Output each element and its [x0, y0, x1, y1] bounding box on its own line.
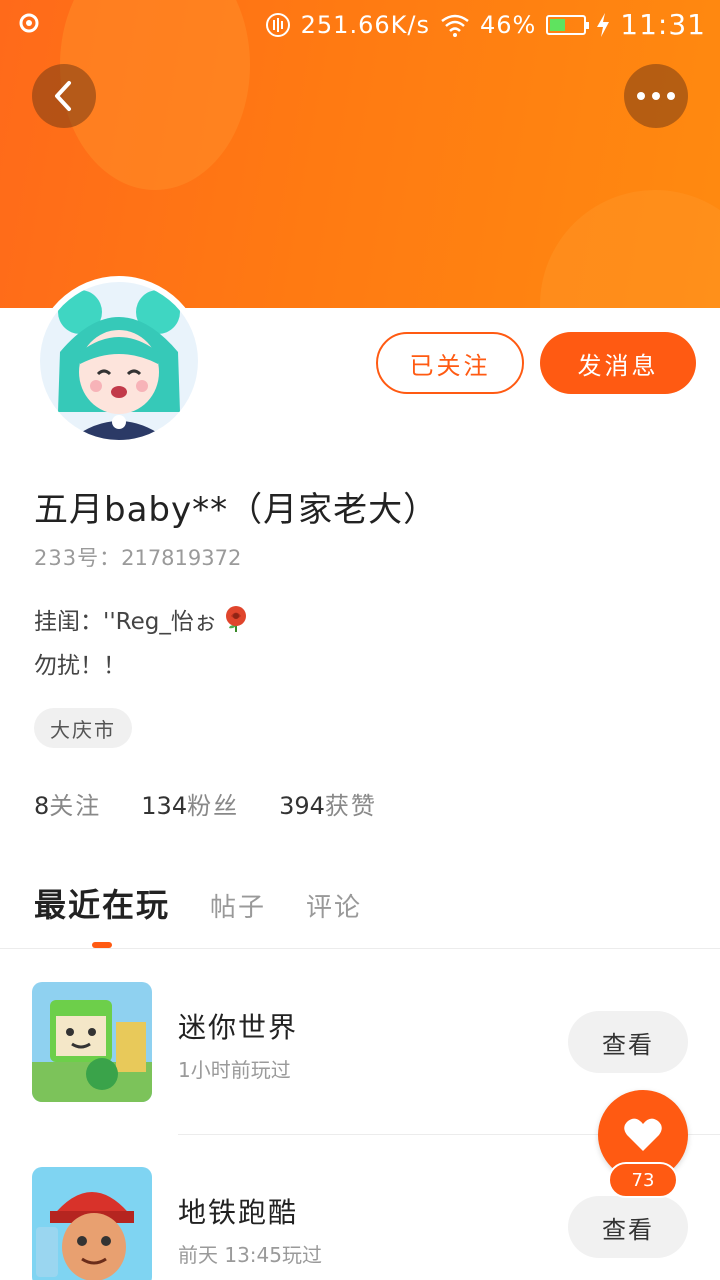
more-dots-icon — [637, 92, 675, 100]
game-last-played: 1小时前玩过 — [178, 1058, 291, 1082]
user-id-label: 233号： — [34, 546, 122, 570]
notification-icon — [19, 13, 39, 33]
view-button[interactable]: 查看 — [568, 1011, 688, 1073]
game-title: 地铁跑酷 — [178, 1196, 299, 1229]
view-button[interactable]: 查看 — [568, 1196, 688, 1258]
game-title: 迷你世界 — [178, 1011, 299, 1044]
profile-stats: 8关注 134粉丝 394获赞 — [34, 786, 377, 821]
nfc-icon — [265, 12, 290, 37]
game-last-played: 前天 13:45玩过 — [178, 1243, 322, 1267]
battery-percent: 46% — [479, 10, 537, 39]
avatar-image — [40, 282, 198, 440]
user-id-value: 217819372 — [121, 546, 242, 570]
user-id: 233号：217819372 — [34, 542, 241, 572]
like-count-badge: 73 — [608, 1162, 678, 1198]
stat-label: 粉丝 — [187, 792, 240, 820]
more-button[interactable] — [624, 64, 688, 128]
avatar[interactable] — [34, 276, 204, 446]
tabs-divider — [0, 948, 720, 949]
battery-icon — [546, 14, 590, 35]
location-tag: 大庆市 — [34, 708, 132, 748]
stat-fans[interactable]: 134粉丝 — [141, 786, 239, 821]
stat-likes[interactable]: 394获赞 — [279, 786, 377, 821]
tab-recently-played[interactable]: 最近在玩 — [34, 880, 170, 926]
stat-number: 134 — [141, 792, 188, 820]
banner-decoration — [540, 190, 720, 308]
bio-line-1: 挂闺：''Reg_怡ぉ — [34, 602, 251, 636]
heart-icon — [624, 1118, 662, 1151]
bio-text-1: 挂闺：''Reg_怡ぉ — [34, 609, 217, 635]
charging-icon — [597, 12, 610, 37]
stat-number: 394 — [279, 792, 325, 820]
chevron-left-icon — [55, 81, 71, 111]
stat-following[interactable]: 8关注 — [34, 786, 101, 821]
profile-tabs: 最近在玩 帖子 评论 — [34, 880, 362, 926]
back-button[interactable] — [32, 64, 96, 128]
status-bar: 251.66K/s 46% 11:31 — [0, 0, 720, 50]
rose-emoji-icon — [225, 606, 246, 632]
tab-comments[interactable]: 评论 — [306, 887, 362, 924]
send-message-button[interactable]: 发消息 — [540, 332, 696, 394]
stat-label: 关注 — [49, 792, 102, 820]
stat-label: 获赞 — [324, 792, 377, 820]
game-icon-subway-surfers — [32, 1167, 152, 1280]
game-icon-mini-world — [32, 982, 152, 1102]
profile-name: 五月baby**（月家老大） — [34, 490, 439, 530]
clock: 11:31 — [620, 8, 706, 41]
network-speed: 251.66K/s — [300, 10, 430, 39]
tab-posts[interactable]: 帖子 — [210, 887, 266, 924]
stat-number: 8 — [34, 792, 50, 820]
wifi-icon — [441, 14, 469, 37]
bio-line-2: 勿扰！！ — [34, 653, 126, 679]
following-button[interactable]: 已关注 — [376, 332, 524, 394]
